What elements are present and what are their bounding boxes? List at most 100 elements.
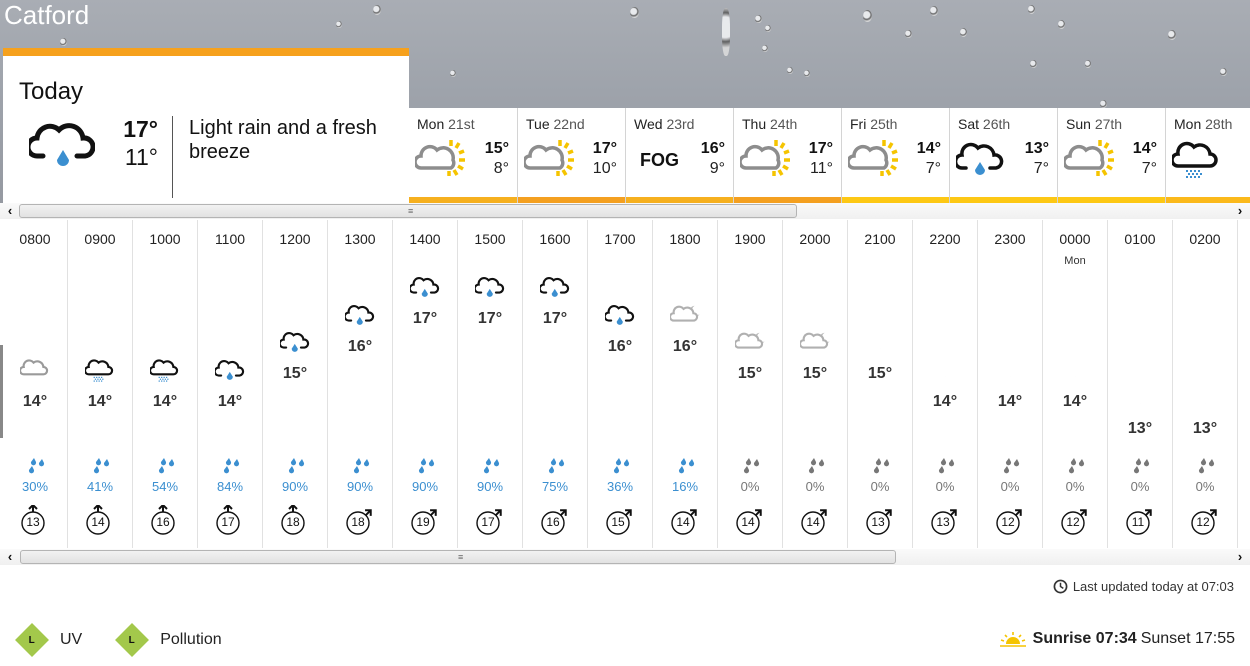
wind-speed: 14 [676,515,690,529]
hour-column[interactable]: 0100 13° 0% 11 [1108,220,1173,548]
day-card[interactable]: Wed 23rd FOG 16° 9° [625,108,733,203]
scroll-left-arrow[interactable]: ‹ [2,203,18,219]
day-low-temp: 11° [809,160,833,177]
rain-chance: 0% [870,479,890,494]
today-summary-card[interactable]: Today 17° 11° Light rain and a fresh bre… [3,48,409,205]
hour-column[interactable]: 2100 15° 0% 13 [848,220,913,548]
hour-column[interactable]: 1700 16° 36% 15 [588,220,653,548]
hour-weather-icon [83,356,117,384]
day-card[interactable]: Thu 24th 17° 11° [733,108,841,203]
day-card[interactable]: Fri 25th 14° 7° [841,108,949,203]
hour-temp: 15° [802,365,828,382]
hour-weather-icon [213,356,247,384]
rain-chance: 54% [151,479,179,494]
hour-temp: 15° [737,365,763,382]
day-weather-icon [1170,138,1224,178]
light-rain-icon [278,332,310,352]
scroll-left-arrow[interactable]: ‹ [2,549,18,565]
day-card[interactable]: Sat 26th 13° 7° [949,108,1057,203]
day-name: Mon [1174,116,1202,132]
hour-column[interactable]: 0200 13° 0% 12 [1173,220,1238,548]
hour-weather-icon [603,301,637,329]
hour-temp: 17° [542,310,568,327]
hour-column[interactable]: 1500 17° 90% 17 [458,220,523,548]
hour-column[interactable]: 1800 16° 16% 14 [653,220,718,548]
raindrops-icon [548,458,565,474]
raindrop-decoration [336,21,342,28]
daily-scrollbar-thumb[interactable]: ≡ [19,204,797,218]
pollution-indicator[interactable]: L Pollution [115,623,222,657]
daily-scrollbar[interactable]: ‹ ≡ › [0,203,1250,219]
today-low-temp: 11° [124,144,158,170]
day-label: Mon 28th [1174,116,1232,132]
raindrop-decoration [905,30,912,38]
raindrop-decoration [1220,68,1227,76]
hour-time: 1200 [279,231,311,247]
scroll-right-arrow[interactable]: › [1232,203,1248,219]
hour-time: 1100 [214,231,246,247]
hour-column[interactable]: 2300 14° 0% 12 [978,220,1043,548]
hour-weather-icon [473,273,507,301]
day-card[interactable]: Mon 21st 15° 8° [409,108,517,203]
today-description: Light rain and a fresh breeze [189,117,377,163]
clock-icon [1053,579,1068,594]
day-name: Thu [742,116,767,132]
day-date: 21st [448,116,475,132]
hour-column[interactable]: 2000 15° 0% 14 [783,220,848,548]
raindrops-icon [613,458,630,474]
uv-indicator[interactable]: L UV [15,623,82,657]
raindrops-icon [223,458,240,474]
uv-level: L [28,634,36,646]
light-rain-icon [408,277,440,297]
sunny-intervals-icon [846,140,898,176]
raindrop-decoration [60,38,67,46]
day-date: 22nd [553,116,585,132]
hour-weather-icon [408,273,442,301]
rain-chance: 0% [1000,479,1020,494]
raindrops-icon [678,458,695,474]
day-weather-icon [738,138,792,178]
wind-speed: 18 [286,515,300,529]
scroll-right-arrow[interactable]: › [1232,549,1248,565]
light-rain-icon [538,277,570,297]
wind-speed: 16 [156,515,170,529]
day-card[interactable]: Sun 27th 14° 7° [1057,108,1165,203]
raindrop-decoration [1085,60,1091,68]
day-card[interactable]: Mon 28th1 [1165,108,1250,203]
day-high-temp: 15° [484,140,509,157]
hour-column[interactable]: 1100 14° 84% 17 [198,220,263,548]
sunrise-text: Sunrise 07:34 [1032,630,1137,647]
hour-temp: 16° [607,337,633,355]
hour-temp: 14° [22,392,48,410]
hour-column[interactable]: 0800 14° 30% 13 [3,220,68,548]
raindrop-decoration [755,15,762,23]
hourly-scrollbar[interactable]: ‹ ≡ › [0,549,1250,565]
hourly-scrollbar-thumb[interactable]: ≡ [20,550,896,564]
hour-column[interactable]: 0000 Mon 14° 0% 12 [1043,220,1108,548]
hour-column[interactable]: 1200 15° 90% 18 [263,220,328,548]
wind-speed: 12 [1196,515,1210,529]
hour-column[interactable]: 1400 17° 90% 19 [393,220,458,548]
environment-indicators: L UV L Pollution [15,623,260,657]
rain-chance: 41% [86,479,114,494]
hour-temp: 14° [932,392,958,410]
day-weather-icon [413,138,467,178]
hour-column[interactable]: 1300 16° 90% 18 [328,220,393,548]
rain-chance: 90% [281,479,309,494]
hour-column[interactable]: 2200 14° 0% 13 [913,220,978,548]
hour-column[interactable]: 1000 14° 54% 16 [133,220,198,548]
hour-time: 0900 [84,231,116,247]
day-card[interactable]: Tue 22nd 17° 10° [517,108,625,203]
hour-column[interactable]: 1900 15° 0% 14 [718,220,783,548]
sunny-intervals-icon [1062,140,1114,176]
day-weather-icon [522,138,576,178]
hour-time: 1800 [669,231,701,247]
hour-column[interactable]: 1600 17° 75% 16 [523,220,588,548]
raindrop-decoration [863,10,872,22]
grip-icon: ≡ [458,552,464,562]
wind-speed: 14 [806,515,820,529]
rain-chance: 0% [1195,479,1215,494]
raindrop-decoration [930,6,938,16]
hour-column[interactable]: 0900 14° 41% 14 [68,220,133,548]
fog-icon: FOG [640,150,679,170]
